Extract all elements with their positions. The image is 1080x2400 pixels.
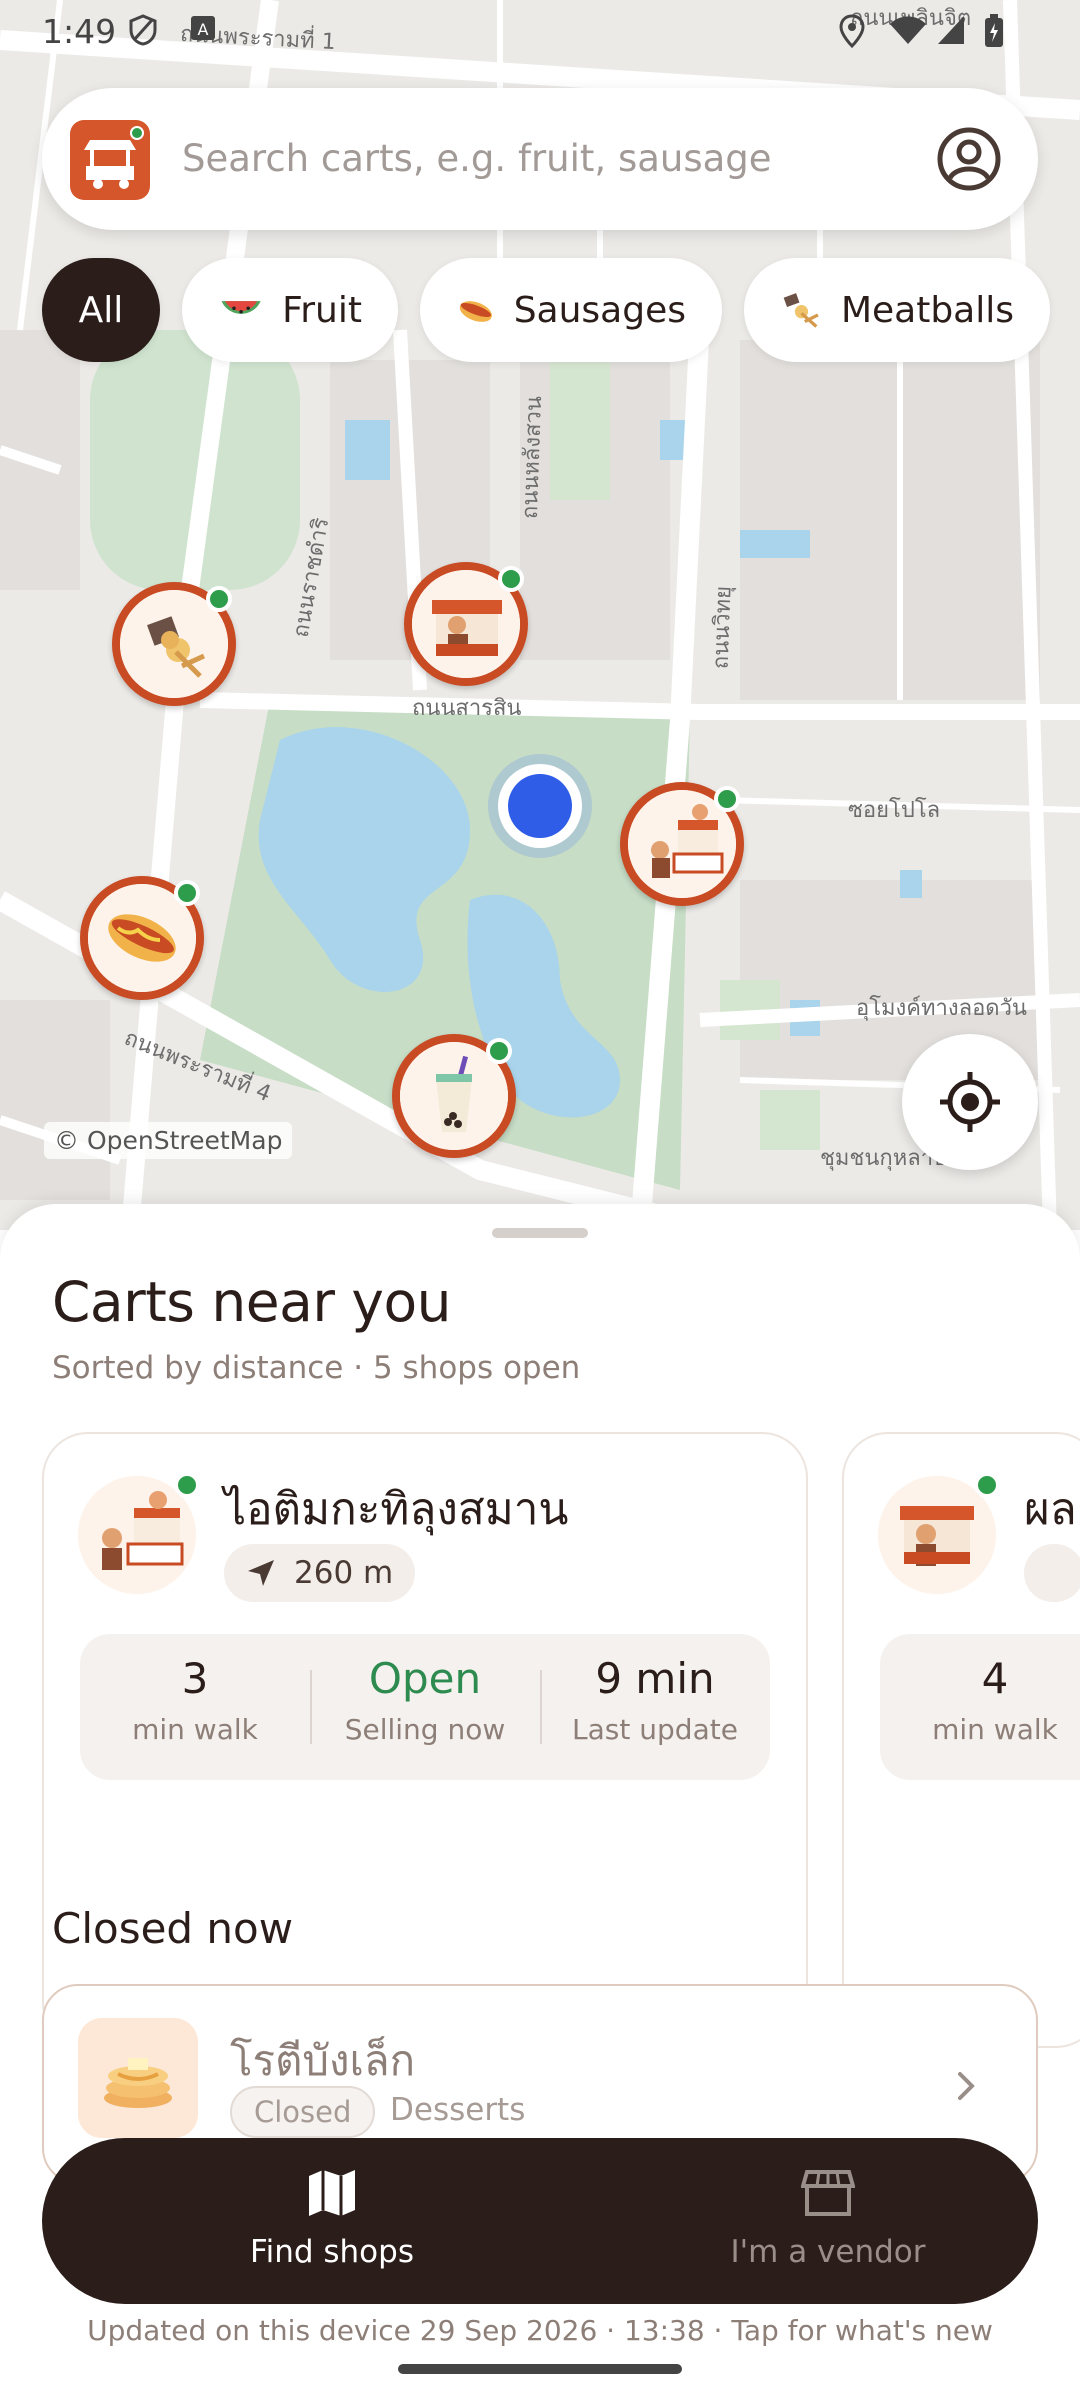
status-bar: 1:49 A [0, 0, 1080, 62]
cart-card[interactable]: ไอติมกะทิลุงสมาน 260 m 3 min walk Open S… [42, 1432, 808, 2048]
watermelon-icon [221, 301, 261, 314]
map-icon [309, 2170, 355, 2216]
hotdog-icon [459, 301, 492, 322]
live-indicator [130, 126, 144, 140]
section-subtitle: Sorted by distance · 5 shops open [52, 1350, 581, 1386]
live-indicator [714, 786, 740, 812]
filter-chip-label: Meatballs [840, 289, 1014, 331]
nav-label: I'm a vendor [730, 2234, 926, 2270]
signal-icon [938, 16, 964, 44]
location-icon [839, 14, 865, 48]
filter-chip-fruit[interactable]: Fruit [182, 258, 398, 362]
nav-vendor[interactable]: I'm a vendor [628, 2168, 1028, 2270]
cart-avatar [878, 1472, 1000, 1594]
shield-icon [129, 14, 157, 46]
filter-chip-label: Fruit [282, 289, 362, 331]
navigation-arrow-icon [248, 1560, 274, 1586]
distance-value: 260 m [294, 1555, 394, 1591]
home-indicator[interactable] [398, 2364, 682, 2374]
street-label: ซอยโปโล [848, 798, 941, 823]
wifi-icon [890, 16, 926, 44]
cart-name: โรตีบังเล็ก [230, 2036, 416, 2085]
stat-updated: 9 min Last update [540, 1634, 770, 1780]
filter-chip-sausages[interactable]: Sausages [420, 258, 722, 362]
section-title: Carts near you [52, 1270, 451, 1334]
update-footer[interactable]: Updated on this device 29 Sep 2026 · 13:… [0, 2314, 1080, 2347]
cart-avatar [78, 1472, 200, 1594]
user-location-dot [498, 764, 582, 848]
stat-label: Last update [572, 1713, 738, 1746]
street-label: ถนนสารสิน [412, 696, 522, 721]
stat-value: 3 [181, 1654, 209, 1703]
live-indicator [206, 586, 232, 612]
cart-stats: 4 min walk [880, 1634, 1080, 1780]
live-indicator [498, 566, 524, 592]
status-time: 1:49 [42, 12, 117, 51]
sheet-handle[interactable] [492, 1228, 588, 1238]
live-indicator [174, 880, 200, 906]
cart-thumbnail [78, 2018, 198, 2138]
stat-label: min walk [132, 1713, 258, 1746]
stat-label: min walk [932, 1713, 1058, 1746]
live-indicator [974, 1472, 1000, 1498]
street-label: ถนนหลังสวน [517, 395, 548, 520]
filter-chip-all[interactable]: All [42, 258, 160, 362]
locate-me-button[interactable] [902, 1034, 1038, 1170]
filter-chip-label: Sausages [513, 289, 686, 331]
live-indicator [174, 1472, 200, 1498]
nav-label: Find shops [250, 2234, 414, 2270]
search-bar[interactable] [42, 88, 1038, 230]
cart-card[interactable]: ผล 4 min walk [842, 1432, 1080, 2048]
closed-section-title: Closed now [52, 1904, 294, 1953]
closed-badge: Closed [230, 2086, 376, 2138]
storefront-icon [800, 2170, 856, 2216]
chevron-right-icon [958, 2072, 975, 2100]
live-indicator [486, 1038, 512, 1064]
nav-find-shops[interactable]: Find shops [132, 2168, 532, 2270]
bottom-nav: Find shops I'm a vendor [42, 2138, 1038, 2304]
cart-marker-sausage[interactable] [80, 876, 204, 1000]
cart-marker-meatballs[interactable] [112, 582, 236, 706]
stat-walk: 3 min walk [80, 1634, 310, 1780]
battery-icon [985, 14, 1003, 47]
crosshair-icon [940, 1072, 1000, 1132]
street-label: อุโมงค์ทางลอดวัน [856, 996, 1027, 1021]
cart-marker-icecream[interactable] [620, 782, 744, 906]
notification-icon: A [191, 16, 215, 40]
cart-marker-drink[interactable] [392, 1034, 516, 1158]
map-attribution[interactable]: © OpenStreetMap [44, 1122, 293, 1159]
cart-category: Desserts [390, 2092, 526, 2128]
svg-text:A: A [198, 20, 209, 39]
stat-value: 9 min [595, 1654, 715, 1703]
cart-marker-vendor[interactable] [404, 562, 528, 686]
stat-walk: 4 min walk [880, 1634, 1080, 1780]
filter-chip-meatballs[interactable]: Meatballs [744, 258, 1050, 362]
profile-icon[interactable] [936, 126, 1002, 192]
street-label: ถนนวิทยุ [708, 585, 737, 670]
cart-name: ไอติมกะทิลุงสมาน [224, 1484, 569, 1535]
pancake-icon [104, 2058, 172, 2108]
filter-chip-label: All [78, 289, 124, 331]
stat-status: Open Selling now [310, 1634, 540, 1780]
cart-stats: 3 min walk Open Selling now 9 min Last u… [80, 1634, 770, 1780]
distance-badge [1024, 1544, 1080, 1602]
app-logo [70, 120, 150, 200]
search-input[interactable] [180, 128, 940, 188]
distance-badge: 260 m [224, 1544, 416, 1602]
skewer-icon [783, 293, 819, 328]
cart-name: ผล [1024, 1484, 1077, 1535]
stat-label: Selling now [344, 1713, 506, 1746]
stat-value: 4 [981, 1654, 1009, 1703]
stat-value: Open [368, 1654, 482, 1703]
